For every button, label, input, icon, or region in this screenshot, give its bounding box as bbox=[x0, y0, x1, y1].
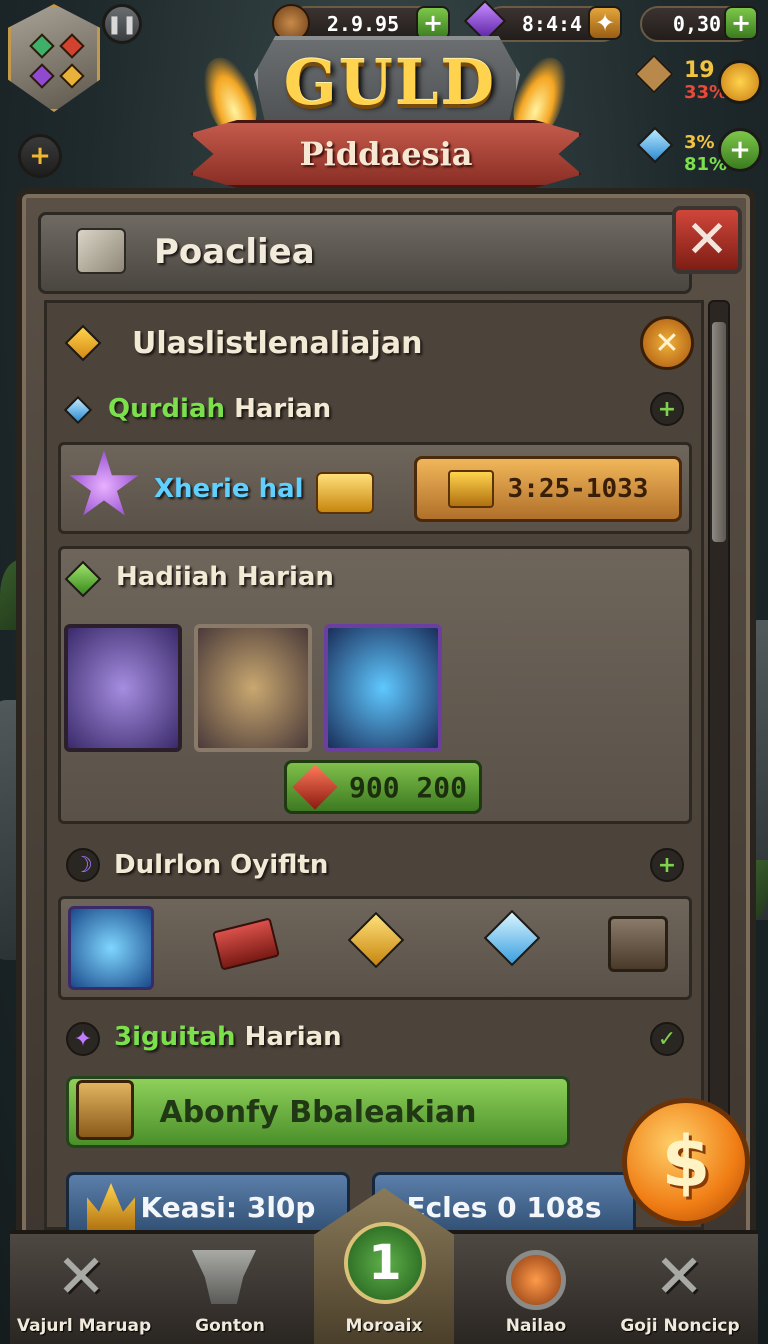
section-title: Ulaslistlenaliajan bbox=[132, 326, 423, 361]
reward-tile-hammer[interactable] bbox=[64, 624, 182, 752]
reward-chest-icon bbox=[76, 1080, 134, 1140]
treasure-chest-icon[interactable] bbox=[608, 916, 668, 972]
panel-title: Poacliea bbox=[154, 232, 315, 272]
reward-tile-crystal-armor[interactable] bbox=[324, 624, 442, 752]
nav-item-battle[interactable]: ✕ Vajurl Maruap bbox=[14, 1236, 154, 1340]
guild-emblem[interactable] bbox=[8, 4, 100, 112]
crystal-icon bbox=[636, 126, 674, 164]
expand-items-button[interactable]: + bbox=[650, 848, 684, 882]
guild-subtitle: Piddaesia bbox=[299, 135, 473, 173]
nav-item-shop[interactable]: Nailao bbox=[466, 1236, 606, 1340]
items-section-title: Dulrlon Oyifltn bbox=[114, 850, 329, 880]
moon-icon: ☽ bbox=[66, 848, 100, 882]
collapse-reward-button[interactable]: ✓ bbox=[650, 1022, 684, 1056]
close-panel-button[interactable]: ✕ bbox=[672, 206, 742, 274]
nav-item-settings[interactable]: ✕ Goji Noncicp bbox=[610, 1236, 750, 1340]
scrollbar[interactable] bbox=[708, 300, 730, 1130]
orb-icon bbox=[506, 1250, 566, 1310]
daily-reward-claim-button[interactable]: 900 200 bbox=[284, 760, 482, 814]
topaz-icon bbox=[59, 63, 85, 89]
crossed-swords-icon: ✕ bbox=[56, 1242, 107, 1312]
daily-reward-title: Hadiiah Harian bbox=[116, 562, 334, 592]
anvil-icon bbox=[192, 1250, 256, 1304]
resource-value: 2.9.95 bbox=[326, 12, 400, 36]
add-resource-2-button[interactable]: ✦ bbox=[588, 6, 622, 40]
gold-coin-button[interactable]: $ bbox=[622, 1098, 750, 1226]
resource-value: 8:4:4 bbox=[521, 12, 583, 36]
add-crystal-button[interactable]: + bbox=[718, 128, 762, 172]
resource-value: 0,30 bbox=[672, 12, 722, 36]
crown-icon bbox=[87, 1183, 135, 1231]
guild-ribbon: Piddaesia bbox=[190, 120, 582, 188]
reward-tile-golden-armor[interactable] bbox=[194, 624, 312, 752]
guild-title: GULD bbox=[283, 46, 497, 119]
sparkle-icon: ✦ bbox=[66, 1022, 100, 1056]
gold-bar-icon bbox=[316, 472, 374, 514]
gold-chest-icon bbox=[447, 470, 494, 508]
crossed-tools-icon: ✕ bbox=[654, 1242, 705, 1312]
red-shard-icon bbox=[292, 764, 338, 810]
amethyst-icon bbox=[29, 63, 55, 89]
add-button[interactable]: + bbox=[18, 134, 62, 178]
ruby-icon bbox=[59, 33, 85, 59]
chest-icon bbox=[634, 54, 674, 94]
close-section-button[interactable]: ✕ bbox=[640, 316, 694, 370]
expand-quest-button[interactable]: + bbox=[650, 392, 684, 426]
panel-header bbox=[38, 212, 692, 294]
add-resource-1-button[interactable]: + bbox=[416, 6, 450, 40]
cube-icon bbox=[76, 228, 126, 274]
reward-section-title: 3iguitah Harian bbox=[114, 1022, 342, 1052]
nav-item-forge[interactable]: Gonton bbox=[160, 1236, 300, 1340]
emerald-icon bbox=[29, 33, 55, 59]
scrollbar-thumb[interactable] bbox=[712, 322, 726, 542]
add-resource-3-button[interactable]: + bbox=[724, 6, 758, 40]
blue-gem-tile[interactable] bbox=[68, 906, 154, 990]
nav-item-main[interactable]: Moroaix bbox=[314, 1236, 454, 1340]
quest-item-label: Xherie hal bbox=[154, 474, 304, 504]
pause-button[interactable]: ❚❚ bbox=[102, 4, 142, 44]
reward-action-button[interactable]: Abonfy Bbaleakian bbox=[66, 1076, 570, 1148]
quest-claim-button[interactable]: 3:25-1033 bbox=[414, 456, 682, 522]
gold-coin-icon[interactable] bbox=[718, 60, 762, 104]
quest-title: Qurdiah Harian bbox=[108, 394, 332, 424]
